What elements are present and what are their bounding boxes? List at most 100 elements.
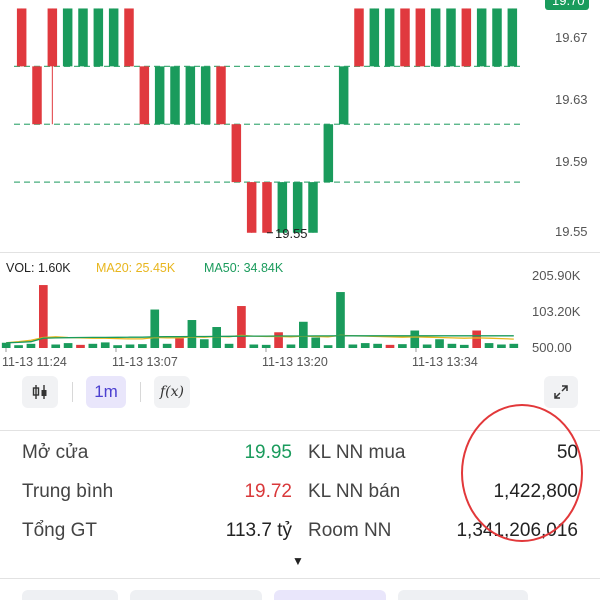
expand-chart-button[interactable] xyxy=(544,376,578,408)
interval-label: 1m xyxy=(94,382,118,401)
toolbar-separator xyxy=(140,382,141,402)
annotation-circle xyxy=(461,404,583,542)
volume-bar xyxy=(484,343,494,348)
ma50-legend-label: MA50: 34.84K xyxy=(204,261,284,275)
volume-bar xyxy=(26,343,36,348)
volume-bar xyxy=(398,344,407,348)
volume-bar xyxy=(348,344,358,348)
candle-body xyxy=(461,8,472,67)
bottom-tab-bar xyxy=(0,590,600,600)
candle-body xyxy=(185,66,196,125)
volume-bar xyxy=(150,309,160,348)
bottom-tab[interactable] xyxy=(22,590,118,600)
candle-body xyxy=(231,124,242,183)
volume-bar xyxy=(497,344,506,348)
ma20-legend-label: MA20: 25.45K xyxy=(96,261,176,275)
bottom-tab[interactable] xyxy=(398,590,528,600)
candle-body xyxy=(507,8,518,67)
indicator-button[interactable]: f(x) xyxy=(154,376,190,408)
nn-buy-label: KL NN mua xyxy=(308,442,406,463)
bottom-tab[interactable] xyxy=(274,590,386,600)
toolbar-separator xyxy=(72,382,73,402)
candle-body xyxy=(262,182,272,233)
candle-body xyxy=(108,8,119,67)
candle-body xyxy=(246,182,257,233)
volume-bar xyxy=(138,344,147,348)
candlestick-icon xyxy=(32,385,47,399)
open-label: Mở cửa xyxy=(22,442,89,463)
candle-body xyxy=(124,8,134,67)
volume-bar xyxy=(472,330,481,348)
candle-body xyxy=(93,8,104,67)
volume-bar xyxy=(1,342,11,348)
candle-body xyxy=(446,8,456,67)
volume-axis-tick: 205.90K xyxy=(532,268,581,283)
volume-bar xyxy=(63,343,73,348)
candle-body xyxy=(430,8,441,67)
volume-bar xyxy=(385,344,395,348)
candle-body xyxy=(476,8,487,67)
volume-bar xyxy=(100,342,110,348)
candle-body xyxy=(415,8,426,67)
volume-bar xyxy=(435,339,444,348)
candle-body xyxy=(354,8,364,67)
price-axis-tick: 19.59 xyxy=(555,154,588,169)
time-axis-tick: 11-13 11:24 xyxy=(2,355,67,369)
bottom-divider xyxy=(0,578,600,579)
candle-body xyxy=(400,8,410,67)
open-value: 19.95 xyxy=(244,442,292,463)
candle-body xyxy=(338,66,349,125)
bottom-tab[interactable] xyxy=(130,590,262,600)
volume-bar xyxy=(125,344,135,348)
volume-bar xyxy=(422,344,432,348)
volume-bar-chart[interactable]: VOL: 1.60K MA20: 25.45K MA50: 34.84K 205.9… xyxy=(0,256,600,370)
candle-body xyxy=(492,8,502,67)
avg-value: 19.72 xyxy=(244,481,292,502)
time-axis-tick: 11-13 13:34 xyxy=(412,355,478,369)
candle-body xyxy=(78,8,88,67)
volume-bar xyxy=(336,292,345,348)
caret-down-icon[interactable]: ▼ xyxy=(292,554,304,568)
volume-bar xyxy=(360,343,370,348)
volume-bar xyxy=(509,343,519,348)
volume-bar xyxy=(199,339,209,348)
candle-body xyxy=(62,8,73,67)
chart-divider xyxy=(0,252,600,253)
volume-bar xyxy=(373,343,382,348)
interval-1m-button[interactable]: 1m xyxy=(86,376,126,408)
volume-bar xyxy=(76,344,85,348)
candle-body xyxy=(139,66,150,125)
candle-body xyxy=(32,66,42,125)
volume-bar xyxy=(51,344,61,348)
candle-body xyxy=(216,66,226,125)
function-icon: f(x) xyxy=(159,384,184,400)
total-label: Tổng GT xyxy=(22,520,97,541)
volume-bar xyxy=(14,345,23,348)
candle-body xyxy=(369,8,380,67)
avg-label: Trung bình xyxy=(22,481,114,502)
candle-body xyxy=(323,124,334,183)
expand-icon xyxy=(554,385,568,399)
volume-bar xyxy=(261,344,271,348)
volume-bar xyxy=(274,332,283,348)
volume-bar xyxy=(286,344,296,348)
candle-body xyxy=(154,66,165,125)
price-candlestick-chart[interactable]: 19.55 19.67 19.63 19.59 19.55 19.70 xyxy=(0,0,600,250)
candle-body xyxy=(16,8,27,67)
vol-legend-label: VOL: 1.60K xyxy=(6,261,71,275)
volume-bar xyxy=(237,306,246,348)
time-axis-tick: 11-13 13:07 xyxy=(112,355,178,369)
volume-bar xyxy=(162,343,172,348)
volume-bar xyxy=(88,343,98,348)
volume-bar xyxy=(447,343,457,348)
volume-axis-tick: 103.20K xyxy=(532,304,581,319)
volume-bar xyxy=(175,338,184,348)
total-value: 113.7 tỷ xyxy=(225,520,292,541)
volume-bar xyxy=(212,327,221,348)
candle-body xyxy=(47,8,58,67)
volume-bar xyxy=(249,344,259,348)
volume-bar xyxy=(299,321,308,348)
price-axis-tick: 19.67 xyxy=(555,30,588,45)
chart-type-button[interactable] xyxy=(22,376,58,408)
candle-body xyxy=(170,66,180,125)
